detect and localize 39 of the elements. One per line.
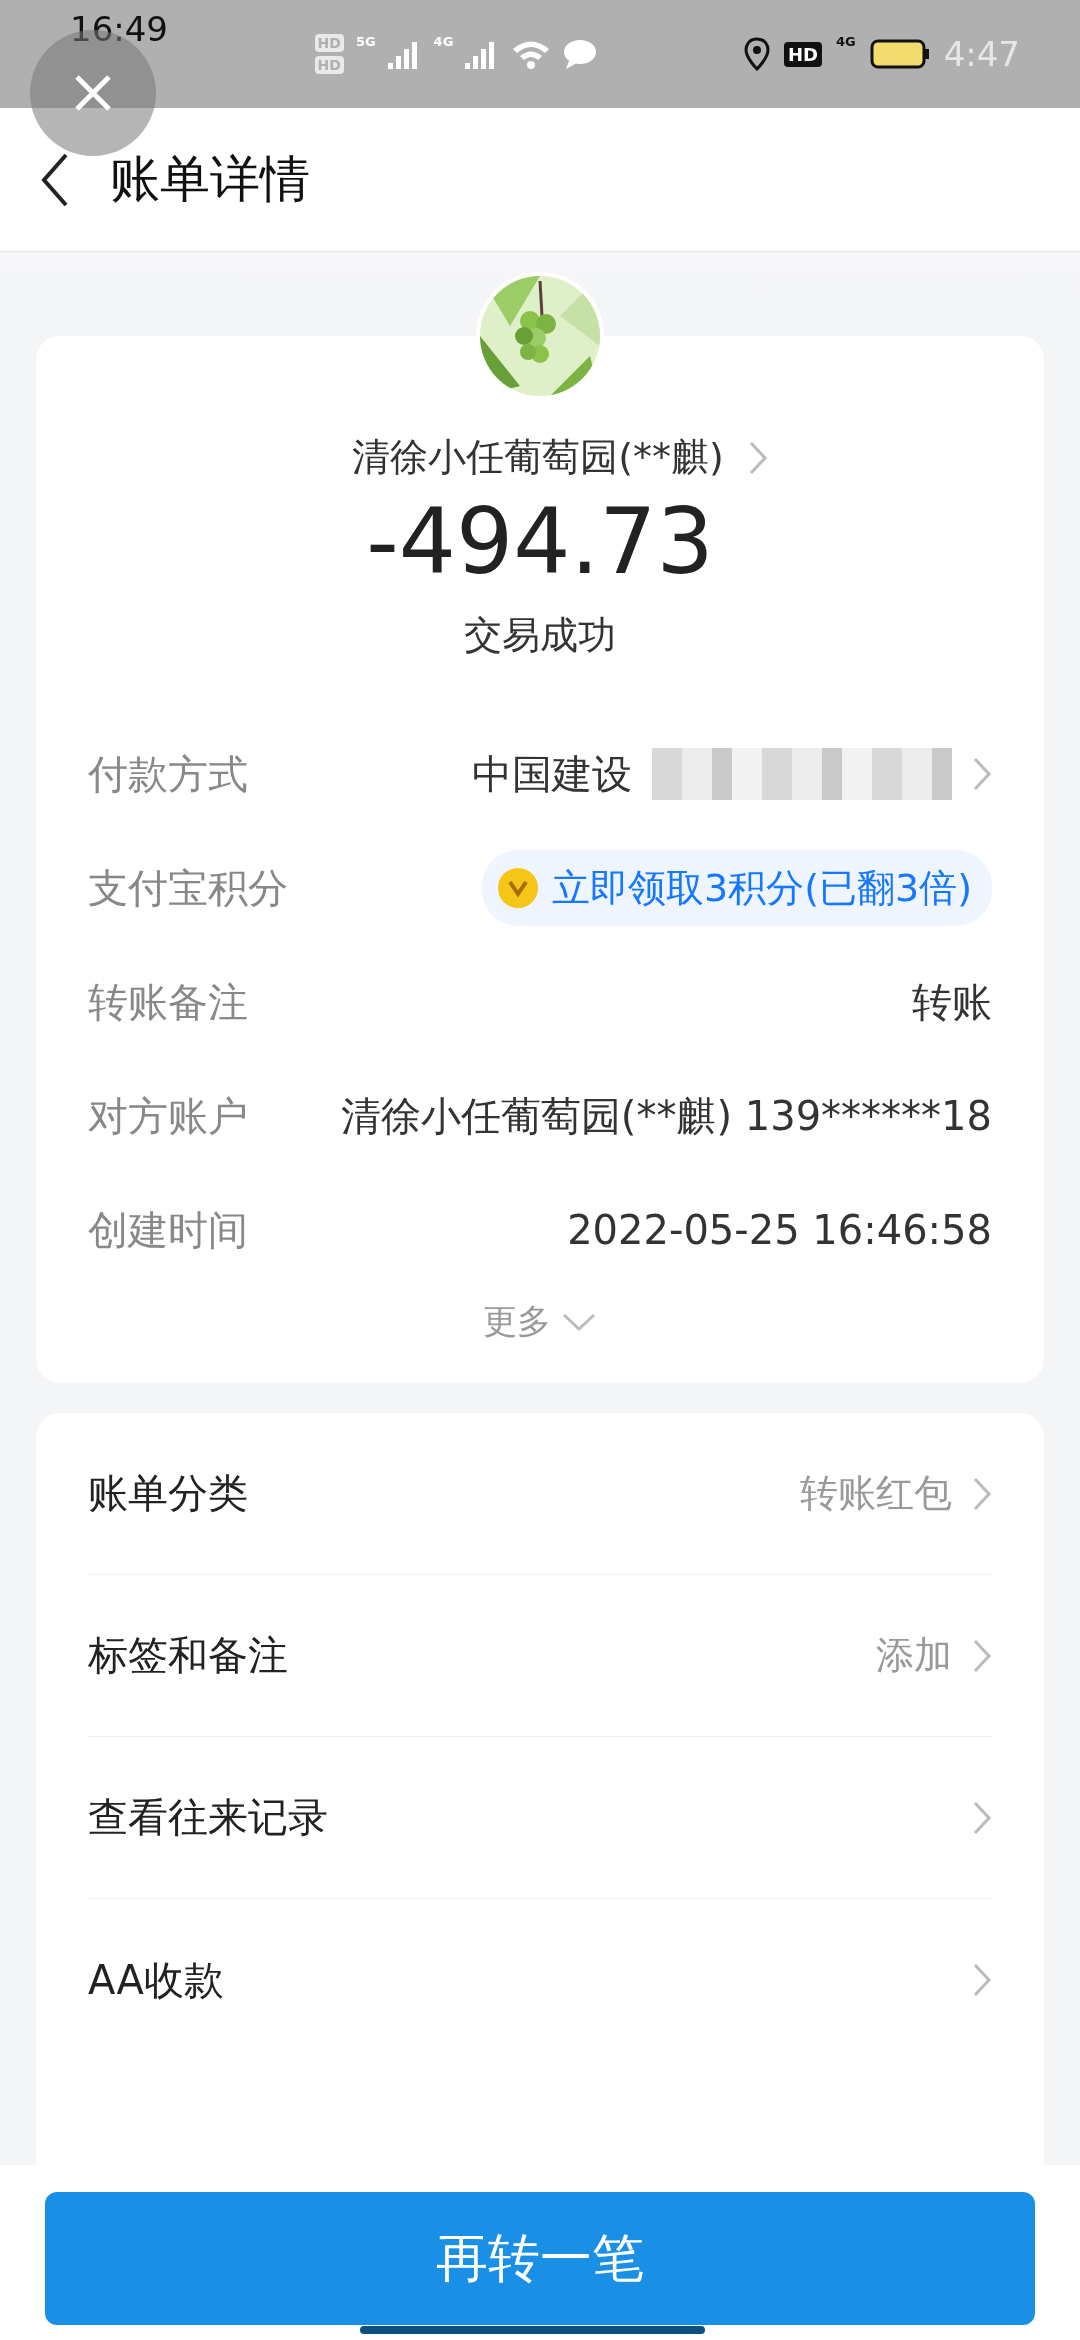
detail-label: 对方账户 [88,1091,248,1141]
chat-bubble-icon [563,39,598,69]
detail-label: 支付宝积分 [88,863,288,913]
detail-label: 转账备注 [88,977,248,1027]
menu-item[interactable]: AA收款 [88,1952,224,2008]
sim-label: HD [314,34,344,52]
chevron-right-icon [972,1799,992,1836]
network-label: 4G [835,34,856,49]
detail-value: 转账 [912,977,992,1027]
menu-value: 转账红包 [800,1470,952,1517]
hd-label: HD [783,41,822,67]
detail-value: 清徐小任葡萄园(**麒) 139******18 [340,1091,992,1141]
detail-label: 付款方式 [88,749,248,799]
status-time: 16:49 [70,9,168,49]
chevron-right-icon [972,1962,992,1998]
network-label: 5G [355,34,376,49]
detail-value: 2022-05-25 16:46:58 [567,1207,992,1253]
location-pin-icon [743,37,770,71]
menu-item[interactable]: 标签和备注 [88,1628,288,1683]
detail-value: 中国建设 [472,749,632,799]
coin-icon [496,866,540,910]
menu-item[interactable]: 查看往来记录 [88,1790,328,1845]
transaction-status: 交易成功 [464,612,616,659]
points-badge[interactable]: 立即领取3积分(已翻3倍) [482,850,992,926]
detail-label: 创建时间 [88,1205,248,1255]
payee-name[interactable]: 清徐小任葡萄园(**麒) [352,432,724,483]
network-label: 4G [433,34,454,49]
back-icon[interactable] [40,152,70,207]
menu-value: 添加 [876,1632,952,1679]
sim-label: HD [314,56,344,74]
battery-icon [869,39,930,69]
menu-item[interactable]: 账单分类 [88,1466,248,1521]
chevron-right-icon [972,756,992,792]
chevron-right-icon [972,1475,992,1512]
chevron-down-icon [561,1312,597,1332]
page-title: 账单详情 [110,149,310,210]
chevron-right-icon [972,1637,992,1674]
amount: -494.73 [366,489,714,594]
chevron-right-icon [747,439,768,476]
